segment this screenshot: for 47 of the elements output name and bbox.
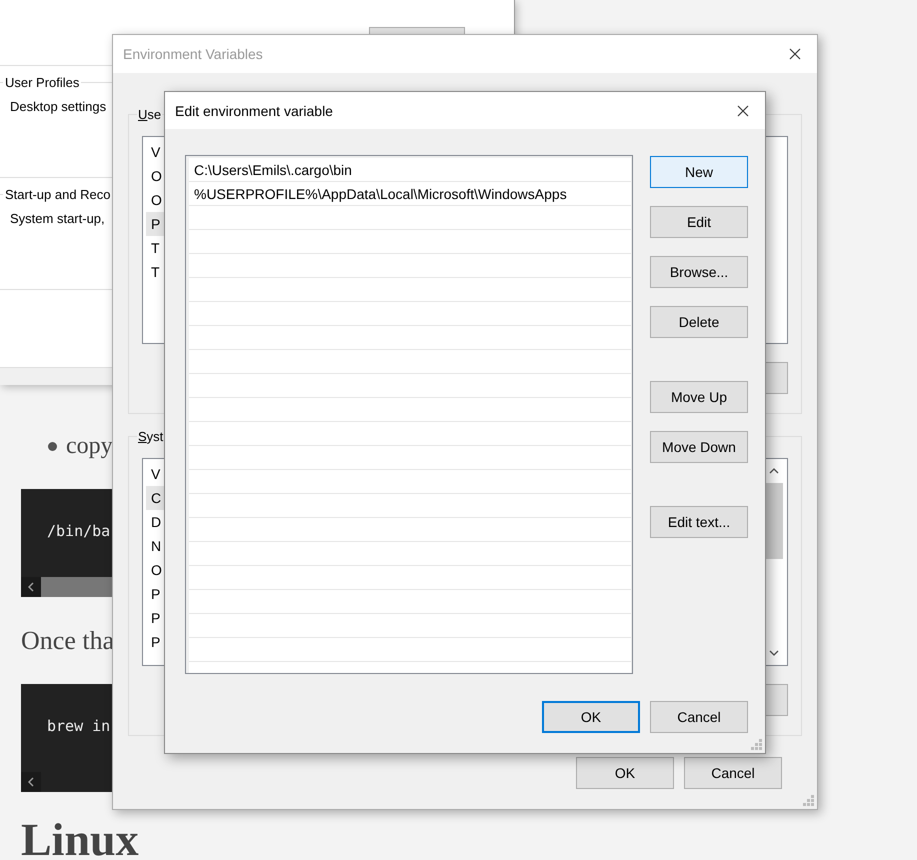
list-row[interactable]: T [146, 260, 165, 284]
chevron-up-icon[interactable] [769, 468, 779, 474]
section-heading: Linux [21, 813, 139, 860]
scroll-thumb[interactable] [41, 577, 112, 597]
list-row[interactable]: P [146, 212, 165, 236]
dialog-button[interactable]: Move Down [650, 431, 748, 463]
list-row[interactable]: T [146, 236, 165, 260]
list-row[interactable]: D [146, 510, 165, 534]
dialog-button[interactable]: Cancel [684, 757, 782, 789]
bullet-icon [48, 442, 57, 450]
dialog-button[interactable]: New [650, 156, 748, 188]
paragraph: Once tha [21, 625, 114, 657]
dialog-button[interactable]: Edit [650, 206, 748, 238]
window-title: Environment Variables [123, 46, 264, 62]
column-header[interactable]: V [151, 144, 160, 160]
window-title: Edit environment variable [175, 102, 334, 118]
dialog-button[interactable]: OK [542, 701, 640, 733]
list-item: copy [66, 432, 113, 460]
chevron-left-icon[interactable] [21, 577, 41, 597]
list-row[interactable]: O [146, 558, 165, 582]
list-row[interactable]: P [146, 606, 165, 630]
code-text: /bin/ba [46, 521, 112, 542]
code-text: brew in [46, 716, 112, 737]
close-icon[interactable] [789, 48, 801, 60]
list-row[interactable]: C:\Users\Emils\.cargo\bin [189, 158, 631, 182]
list-row[interactable]: C [146, 486, 165, 510]
dialog-button[interactable]: OK [576, 757, 674, 789]
resize-grip-icon[interactable] [751, 739, 762, 750]
group-description: System start-up, [10, 211, 105, 226]
chevron-left-icon[interactable] [21, 772, 41, 792]
path-list[interactable]: C:\Users\Emils\.cargo\bin %USERPROFILE%\AppData\Local\Microsoft\WindowsApps [185, 155, 633, 674]
resize-grip-icon[interactable] [803, 795, 814, 806]
list-row[interactable]: O [146, 188, 165, 212]
column-header[interactable]: V [151, 466, 160, 482]
dialog-button[interactable]: Browse... [650, 256, 748, 288]
list-row[interactable]: N [146, 534, 165, 558]
dialog-button[interactable]: Cancel [650, 701, 748, 733]
chevron-down-icon[interactable] [769, 650, 779, 656]
dialog-button[interactable]: Delete [650, 306, 748, 338]
list-row[interactable]: O [146, 164, 165, 188]
dialog-button[interactable]: Move Up [650, 381, 748, 413]
list-row[interactable]: P [146, 582, 165, 606]
dialog-button[interactable]: Edit text... [650, 506, 748, 538]
group-description: Desktop settings [10, 99, 106, 114]
close-icon[interactable] [737, 104, 749, 116]
list-row[interactable]: %USERPROFILE%\AppData\Local\Microsoft\WindowsApps [189, 182, 631, 206]
list-row[interactable]: P [146, 630, 165, 654]
